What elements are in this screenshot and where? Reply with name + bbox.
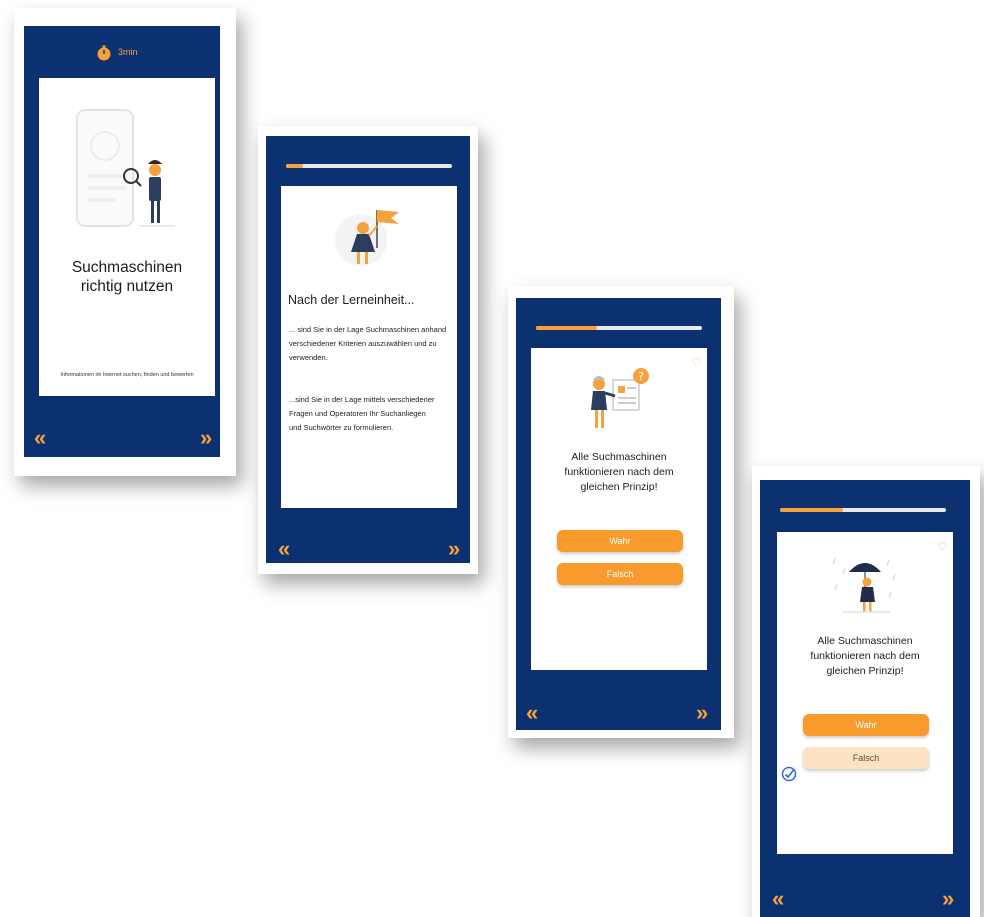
progress-bar bbox=[536, 326, 702, 330]
favorite-heart-icon[interactable]: ♡ bbox=[937, 540, 947, 553]
nav-next-button[interactable]: » bbox=[942, 888, 954, 910]
answer-false-button[interactable]: Falsch bbox=[557, 563, 683, 585]
duration-label: 3min bbox=[118, 47, 138, 57]
question-person-illustration: ? bbox=[583, 366, 655, 437]
screen-3: ♡ ? Alle Suchmaschinen funktionieren nac… bbox=[516, 298, 721, 730]
phone-search-illustration bbox=[73, 106, 177, 235]
phone-frame-4: ♡ Alle Suchmaschinen funktionieren nach … bbox=[752, 466, 980, 917]
nav-next-button[interactable]: » bbox=[696, 702, 708, 724]
phone-frame-3: ♡ ? Alle Suchmaschinen funktionieren nac… bbox=[508, 286, 734, 738]
progress-fill bbox=[780, 508, 844, 512]
umbrella-person-illustration bbox=[829, 554, 901, 621]
answer-true-button[interactable]: Wahr bbox=[557, 530, 683, 552]
flag-person-illustration bbox=[333, 204, 405, 275]
phone-frame-2: Nach der Lerneinheit... ... sind Sie in … bbox=[258, 126, 478, 574]
nav-next-button[interactable]: » bbox=[448, 538, 460, 560]
selected-check-icon bbox=[781, 766, 797, 787]
progress-fill bbox=[536, 326, 598, 330]
question-text: Alle Suchmaschinen funktionieren nach de… bbox=[564, 451, 674, 493]
favorite-heart-icon[interactable]: ♡ bbox=[691, 356, 701, 369]
intro-card: Suchmaschinen richtig nutzen Information… bbox=[39, 78, 215, 396]
nav-prev-button[interactable]: « bbox=[34, 427, 46, 449]
screen-2: Nach der Lerneinheit... ... sind Sie in … bbox=[266, 136, 470, 563]
course-title: Suchmaschinen richtig nutzen bbox=[71, 259, 183, 295]
phone-frame-1: 3min Suchmaschinen richtig nutzen Inform… bbox=[14, 8, 236, 476]
nav-prev-button[interactable]: « bbox=[772, 888, 784, 910]
objective-1: ... sind Sie in der Lage Suchmaschinen a… bbox=[289, 325, 447, 362]
question-card: ♡ ? Alle Suchmaschinen funktionieren nac… bbox=[531, 348, 707, 670]
screen-1: 3min Suchmaschinen richtig nutzen Inform… bbox=[24, 26, 220, 457]
objectives-card: Nach der Lerneinheit... ... sind Sie in … bbox=[281, 186, 457, 508]
progress-fill bbox=[286, 164, 303, 168]
answer-true-button[interactable]: Wahr bbox=[803, 714, 929, 736]
screen-4: ♡ Alle Suchmaschinen funktionieren nach … bbox=[760, 480, 970, 917]
progress-bar bbox=[780, 508, 946, 512]
answer-false-button[interactable]: Falsch bbox=[803, 747, 929, 769]
course-subtitle: Informationen im Internet suchen, finden… bbox=[60, 372, 194, 378]
svg-text:?: ? bbox=[638, 370, 644, 383]
question-text: Alle Suchmaschinen funktionieren nach de… bbox=[810, 635, 920, 677]
nav-prev-button[interactable]: « bbox=[526, 702, 538, 724]
objectives-heading: Nach der Lerneinheit... bbox=[288, 293, 415, 307]
stopwatch-icon bbox=[96, 45, 112, 66]
question-card: ♡ Alle Suchmaschinen funktionieren nach … bbox=[777, 532, 953, 854]
nav-next-button[interactable]: » bbox=[200, 427, 212, 449]
nav-prev-button[interactable]: « bbox=[278, 538, 290, 560]
progress-bar bbox=[286, 164, 452, 168]
objective-2: ...sind Sie in der Lage mittels verschie… bbox=[289, 395, 435, 432]
